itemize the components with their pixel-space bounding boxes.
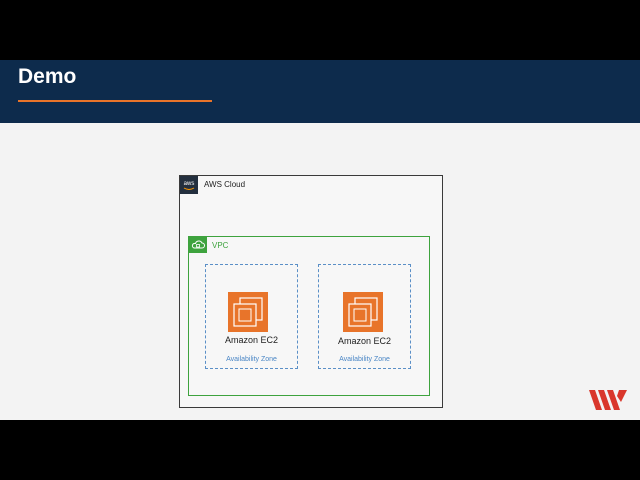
availability-zone: Amazon EC2 Availability Zone (318, 264, 411, 369)
ec2-chip-icon (228, 292, 268, 332)
svg-text:aws: aws (184, 181, 195, 187)
slide: Demo aws AWS Cloud VPC Amazon EC2 Availa… (0, 60, 640, 420)
ec2-chip-icon (343, 292, 383, 332)
aws-logo-icon: aws (180, 176, 198, 194)
aws-cloud-label: AWS Cloud (204, 180, 246, 189)
slide-header: Demo (0, 60, 640, 123)
brand-logo-icon (589, 388, 629, 412)
letterbox-top (0, 0, 640, 60)
title-underline (18, 100, 212, 102)
ec2-instance-label: Amazon EC2 (337, 336, 392, 346)
availability-zone-label: Availability Zone (226, 356, 277, 363)
slide-title: Demo (18, 65, 77, 88)
availability-zone-label: Availability Zone (339, 356, 390, 363)
vpc-cloud-icon (189, 237, 207, 253)
availability-zone: Amazon EC2 Availability Zone (205, 264, 298, 369)
vpc-label: VPC (212, 241, 229, 250)
letterbox-bottom (0, 420, 640, 480)
ec2-instance-label: Amazon EC2 (224, 335, 279, 345)
